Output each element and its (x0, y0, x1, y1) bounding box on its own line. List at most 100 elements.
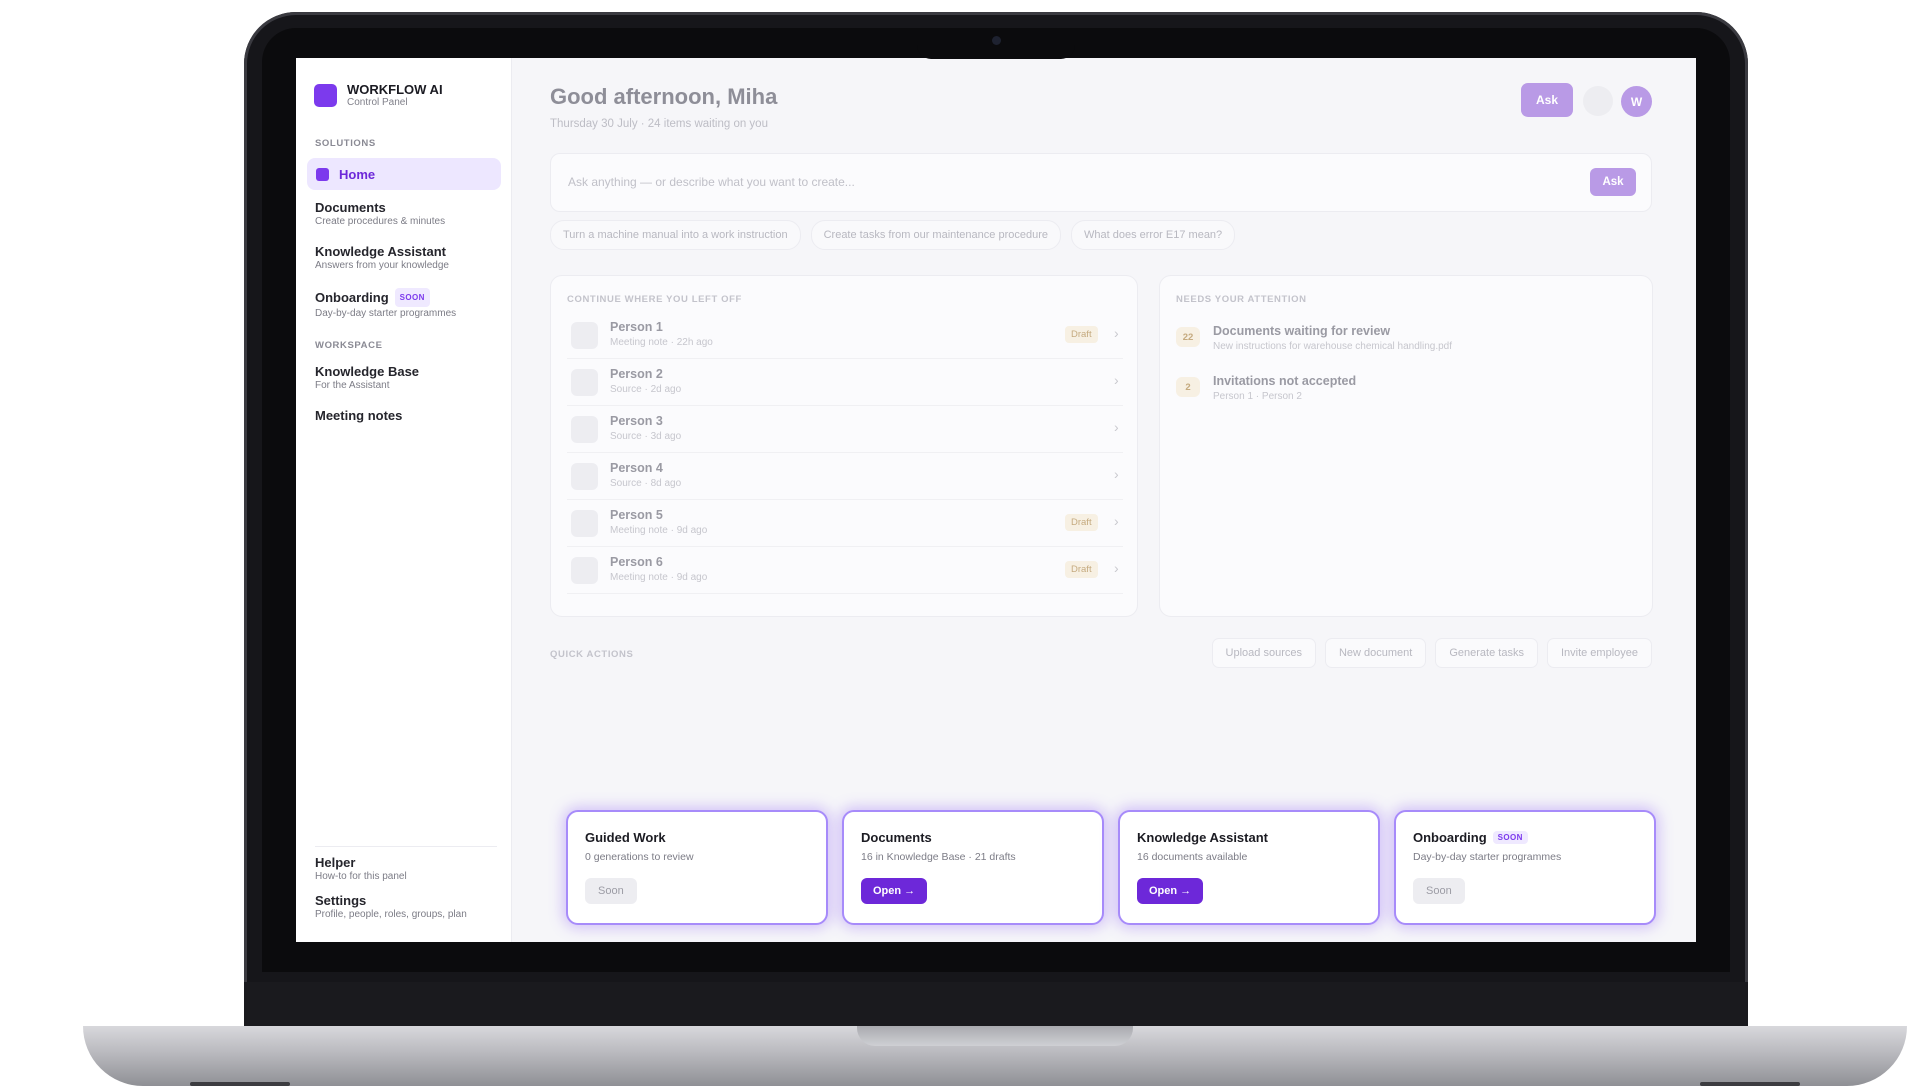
sidebar-item-helper[interactable]: Helper How-to for this panel (315, 855, 495, 883)
app-screen: WORKFLOW AI Control Panel SOLUTIONS Home… (296, 58, 1696, 942)
soon-badge: SOON (1492, 831, 1528, 844)
item-meta: Source · 3d ago (610, 431, 682, 442)
quick-actions: Upload sources New document Generate tas… (1211, 638, 1652, 668)
avatar[interactable]: W (1621, 86, 1652, 117)
ask-submit-button[interactable]: Ask (1590, 168, 1636, 196)
attention-sub: New instructions for warehouse chemical … (1213, 341, 1453, 352)
soon-button[interactable]: Soon (1413, 878, 1465, 904)
count-badge: 2 (1176, 377, 1200, 397)
sidebar-item-sub: Day-by-day starter programmes (315, 308, 457, 319)
list-item[interactable]: Person 6 Meeting note · 9d ago Draft › (567, 547, 1123, 594)
sidebar-item-knowledge-base[interactable]: Knowledge Base For the Assistant (315, 364, 495, 392)
camera-icon (992, 36, 1001, 45)
ask-placeholder: Ask anything — or describe what you want… (568, 175, 855, 189)
attention-panel: NEEDS YOUR ATTENTION 22 Documents waitin… (1159, 275, 1653, 617)
card-title: Guided Work (585, 830, 666, 845)
item-meta: Source · 8d ago (610, 478, 682, 489)
sidebar-item-onboarding[interactable]: Onboarding SOON Day-by-day starter progra… (315, 288, 495, 320)
chevron-right-icon: › (1114, 325, 1119, 341)
sidebar-item-sub: Profile, people, roles, groups, plan (315, 909, 467, 920)
list-item[interactable]: Person 1 Meeting note · 22h ago Draft › (567, 312, 1123, 359)
item-name: Person 2 (610, 367, 663, 381)
laptop-foot (1700, 1082, 1800, 1086)
chevron-right-icon: › (1114, 466, 1119, 482)
card-sub: 0 generations to review (585, 851, 694, 863)
sidebar-item-sub: Answers from your knowledge (315, 260, 449, 271)
item-name: Person 1 (610, 320, 663, 334)
sidebar-item-settings[interactable]: Settings Profile, people, roles, groups,… (315, 893, 495, 921)
sidebar-item-label: Home (339, 166, 376, 182)
list-item[interactable]: Person 5 Meeting note · 9d ago Draft › (567, 500, 1123, 547)
document-icon (571, 463, 598, 490)
notifications-button[interactable] (1583, 86, 1613, 116)
ask-input[interactable]: Ask anything — or describe what you want… (550, 153, 1652, 212)
attention-heading: NEEDS YOUR ATTENTION (1176, 294, 1307, 305)
quick-actions-heading: QUICK ACTIONS (550, 649, 634, 660)
new-document-button[interactable]: New document (1324, 638, 1427, 668)
card-title: Documents (861, 830, 932, 845)
sidebar-item-label: Meeting notes (315, 408, 403, 423)
continue-panel: CONTINUE WHERE YOU LEFT OFF Person 1 Mee… (550, 275, 1138, 617)
card-documents[interactable]: Documents 16 in Knowledge Base · 21 draf… (842, 810, 1104, 925)
soon-badge: SOON (394, 288, 430, 307)
card-sub: 16 in Knowledge Base · 21 drafts (861, 851, 1016, 863)
document-icon (571, 510, 598, 537)
invite-employee-button[interactable]: Invite employee (1546, 638, 1652, 668)
generate-tasks-button[interactable]: Generate tasks (1435, 638, 1538, 668)
chevron-right-icon: › (1114, 513, 1119, 529)
sidebar-item-knowledge-assistant[interactable]: Knowledge Assistant Answers from your kn… (315, 244, 495, 272)
item-name: Person 3 (610, 414, 663, 428)
attention-title: Invitations not accepted (1213, 374, 1357, 388)
sidebar-item-label: Documents (315, 200, 386, 215)
brand[interactable]: WORKFLOW AI Control Panel (314, 82, 443, 109)
chevron-right-icon: › (1114, 372, 1119, 388)
home-icon (316, 167, 329, 181)
workspace-heading: WORKSPACE (315, 340, 383, 351)
laptop-base-groove (857, 1026, 1133, 1046)
sidebar-item-home[interactable]: Home (307, 158, 501, 190)
item-name: Person 4 (610, 461, 663, 475)
card-title: Knowledge Assistant (1137, 830, 1268, 845)
sidebar-item-sub: Create procedures & minutes (315, 216, 446, 227)
list-item[interactable]: Person 4 Source · 8d ago › (567, 453, 1123, 500)
document-icon (571, 557, 598, 584)
sidebar-item-label: Onboarding SOON (315, 288, 495, 307)
suggestion-chip[interactable]: Create tasks from our maintenance proced… (810, 220, 1061, 250)
attention-title: Documents waiting for review (1213, 324, 1391, 338)
sidebar-item-label: Knowledge Assistant (315, 244, 446, 259)
upload-sources-button[interactable]: Upload sources (1211, 638, 1316, 668)
page-title: Good afternoon, Miha (550, 84, 778, 109)
document-icon (571, 322, 598, 349)
draft-badge: Draft (1065, 326, 1098, 343)
card-onboarding[interactable]: Onboarding SOON Day-by-day starter progra… (1394, 810, 1656, 925)
sidebar-item-label: Helper (315, 855, 356, 870)
brand-name: WORKFLOW AI (347, 82, 443, 97)
item-meta: Meeting note · 22h ago (610, 337, 713, 348)
sidebar-item-label: Knowledge Base (315, 364, 420, 379)
list-item[interactable]: Person 2 Source · 2d ago › (567, 359, 1123, 406)
sidebar-item-sub: How-to for this panel (315, 871, 407, 882)
attention-sub: Person 1 · Person 2 (1213, 391, 1302, 402)
count-badge: 22 (1176, 327, 1200, 347)
suggestion-chip[interactable]: What does error E17 mean? (1070, 220, 1236, 250)
soon-button[interactable]: Soon (585, 878, 637, 904)
sidebar-divider (315, 846, 497, 847)
solutions-heading: SOLUTIONS (315, 138, 376, 149)
open-button[interactable]: Open → (861, 878, 928, 904)
open-button[interactable]: Open → (1137, 878, 1204, 904)
card-sub: 16 documents available (1137, 851, 1248, 863)
chevron-right-icon: › (1114, 560, 1119, 576)
sidebar-item-documents[interactable]: Documents Create procedures & minutes (315, 200, 495, 228)
brand-subtitle: Control Panel (347, 97, 408, 108)
item-meta: Meeting note · 9d ago (610, 525, 708, 536)
card-guided-work[interactable]: Guided Work 0 generations to review Soon (566, 810, 828, 925)
draft-badge: Draft (1065, 561, 1098, 578)
sidebar: WORKFLOW AI Control Panel SOLUTIONS Home… (296, 58, 512, 942)
ask-button[interactable]: Ask (1521, 83, 1573, 117)
suggestion-chip[interactable]: Turn a machine manual into a work instru… (550, 220, 801, 250)
card-knowledge-assistant[interactable]: Knowledge Assistant 16 documents availab… (1118, 810, 1380, 925)
page-subtitle: Thursday 30 July · 24 items waiting on y… (550, 118, 768, 130)
card-title: Onboarding SOON (1413, 830, 1528, 845)
sidebar-item-meeting-notes[interactable]: Meeting notes (315, 408, 495, 423)
list-item[interactable]: Person 3 Source · 3d ago › (567, 406, 1123, 453)
